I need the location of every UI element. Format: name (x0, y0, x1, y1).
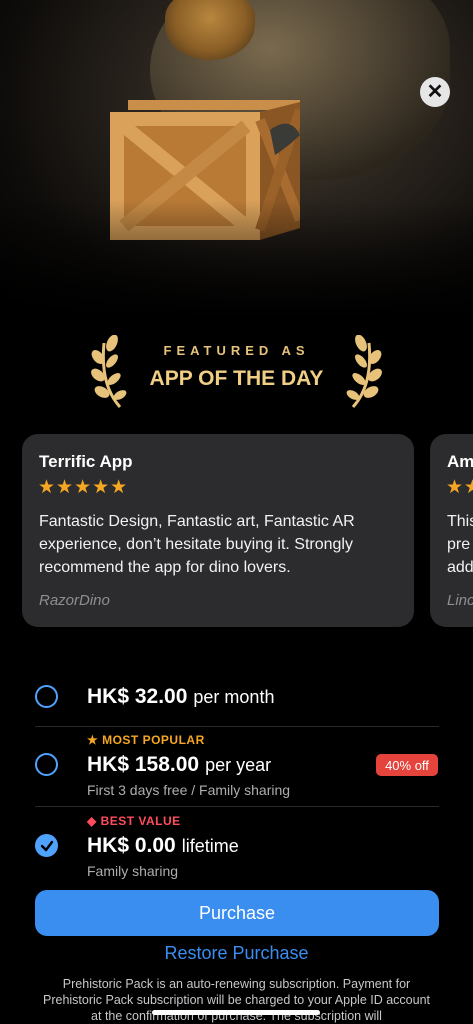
review-author: Linc (447, 592, 473, 609)
review-body: This pre add (447, 513, 473, 576)
plan-price: HK$ 158.00 per year (87, 753, 272, 776)
subscription-legal-text: Prehistoric Pack is an auto-renewing sub… (43, 977, 430, 1023)
award-title: APP OF THE DAY (149, 367, 324, 390)
plan-period: lifetime (181, 836, 239, 856)
purchase-button[interactable]: Purchase (35, 890, 439, 936)
plan-radio[interactable] (35, 753, 58, 776)
plan-note: First 3 days free / Family sharing (87, 782, 291, 798)
discount-badge: 40% off (376, 754, 438, 776)
plan-radio-checked[interactable] (35, 834, 58, 857)
review-stars: ★★★★★ (38, 477, 129, 498)
plan-period: per month (193, 687, 275, 707)
review-card[interactable]: Terrific App ★★★★★ Fantastic Design, Fan… (22, 434, 414, 627)
award-featured-label: FEATURED AS (163, 343, 310, 358)
plan-note: Family sharing (87, 863, 179, 879)
review-title: Am (447, 452, 473, 471)
review-stars: ★★ (446, 477, 473, 498)
divider (35, 806, 439, 807)
plan-price: HK$ 0.00 lifetime (87, 834, 239, 857)
review-title: Terrific App (39, 452, 133, 471)
home-indicator[interactable] (152, 1010, 320, 1015)
plan-monthly[interactable]: HK$ 32.00 per month (35, 680, 439, 720)
review-author: RazorDino (39, 592, 110, 609)
review-body: Fantastic Design, Fantastic art, Fantast… (39, 513, 355, 576)
plan-radio[interactable] (35, 685, 58, 708)
restore-purchase-link[interactable]: Restore Purchase (0, 943, 473, 964)
checkmark-icon (40, 840, 53, 851)
app-of-the-day-award: FEATURED AS APP OF THE DAY (0, 335, 473, 410)
hero-image (0, 0, 473, 320)
laurel-right-icon (346, 335, 382, 409)
plan-price: HK$ 32.00 per month (87, 685, 275, 708)
close-button[interactable]: ✕ (420, 77, 450, 107)
review-card[interactable]: Am ★★ This pre add Linc (430, 434, 473, 627)
most-popular-tag: ★ MOST POPULAR (87, 733, 205, 747)
close-icon: ✕ (426, 81, 444, 103)
best-value-tag: ◆ BEST VALUE (87, 814, 181, 828)
plan-period: per year (205, 755, 272, 775)
divider (35, 726, 439, 727)
plan-lifetime[interactable]: ◆ BEST VALUE HK$ 0.00 lifetime Family sha… (35, 811, 439, 883)
